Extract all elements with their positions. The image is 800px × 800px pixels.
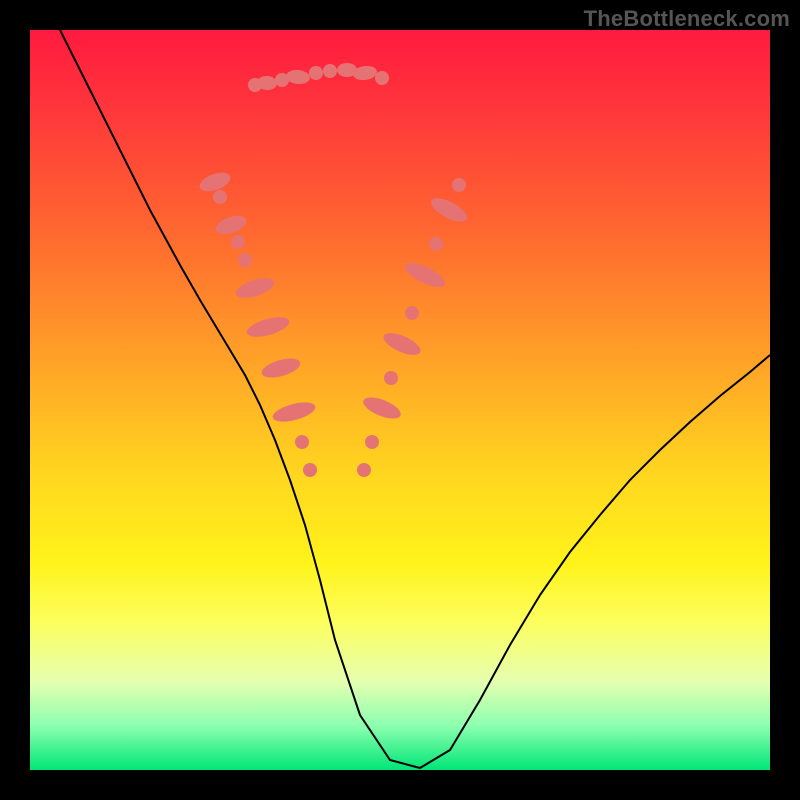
data-point-dot bbox=[231, 235, 245, 249]
data-point-pill bbox=[234, 274, 277, 302]
chart-frame: TheBottleneck.com bbox=[0, 0, 800, 800]
data-point-dot bbox=[357, 463, 371, 477]
data-point-dot bbox=[323, 64, 337, 78]
data-point-pill bbox=[360, 393, 403, 423]
data-point-dot bbox=[452, 178, 466, 192]
data-point-dot bbox=[375, 71, 389, 85]
data-point-dot bbox=[238, 253, 252, 267]
data-point-pill bbox=[428, 194, 471, 227]
bottleneck-curve bbox=[60, 30, 770, 768]
data-markers bbox=[197, 63, 470, 477]
data-point-dot bbox=[213, 190, 227, 204]
data-point-dot bbox=[303, 463, 317, 477]
data-point-dot bbox=[429, 237, 443, 251]
curve-layer bbox=[30, 30, 770, 770]
data-point-dot bbox=[405, 306, 419, 320]
data-point-pill bbox=[213, 212, 249, 238]
data-point-pill bbox=[402, 258, 449, 292]
data-point-pill bbox=[197, 169, 233, 195]
data-point-dot bbox=[295, 435, 309, 449]
data-point-pill bbox=[271, 399, 318, 426]
data-point-dot bbox=[309, 66, 323, 80]
data-point-pill bbox=[245, 313, 292, 341]
data-point-dot bbox=[365, 435, 379, 449]
data-point-pill bbox=[285, 69, 310, 85]
data-point-pill bbox=[260, 355, 303, 381]
data-point-dot bbox=[384, 371, 398, 385]
data-point-pill bbox=[380, 329, 423, 360]
watermark-text: TheBottleneck.com bbox=[584, 6, 790, 32]
